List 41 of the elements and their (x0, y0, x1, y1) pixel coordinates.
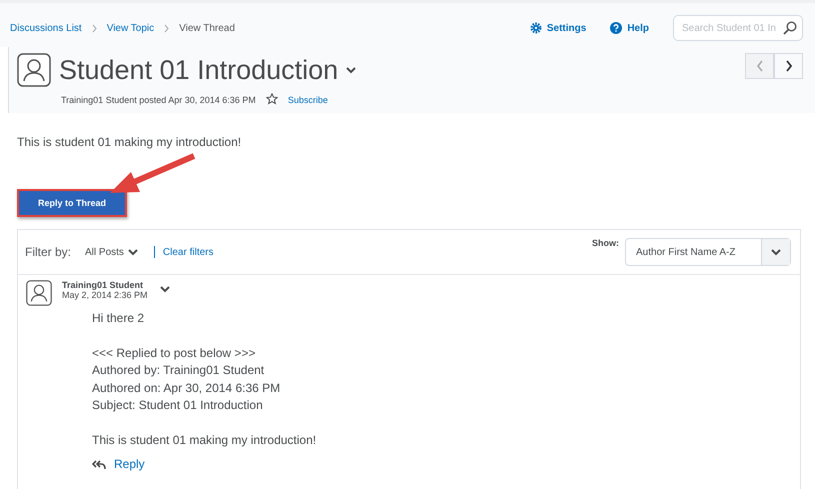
post-text: <<< Replied to post below >>> (92, 344, 256, 362)
filter-label: Filter by: (25, 245, 72, 259)
post-author: Training01 Student (62, 280, 144, 290)
chevron-right-icon (164, 24, 170, 32)
thread-title: Student 01 Introduction (59, 54, 338, 86)
chevron-down-icon (128, 248, 138, 256)
search-icon[interactable] (783, 21, 797, 35)
help-link[interactable]: Help (610, 22, 649, 34)
post-text: Hi there 2 (92, 310, 146, 327)
chevron-right-icon (92, 24, 97, 32)
chevron-down-icon (346, 66, 356, 74)
chevron-right-icon (784, 60, 792, 72)
avatar-icon (26, 280, 52, 306)
breadcrumb-item: View Thread (179, 22, 235, 34)
chevron-down-icon (771, 248, 781, 256)
post-text: Authored on: Apr 30, 2014 6:36 PM (92, 380, 282, 396)
chevron-left-icon (756, 60, 764, 72)
filter-dropdown[interactable]: All Posts (79, 246, 144, 258)
post-text: Authored by: Training01 Student (92, 362, 266, 379)
post-text: This is student 01 making my introduction! (92, 432, 316, 448)
chevron-down-icon (160, 285, 170, 293)
next-button[interactable] (774, 53, 803, 79)
clear-filters-link[interactable]: Clear filters (162, 246, 214, 258)
sort-dropdown[interactable]: Author First Name A-Z (625, 238, 791, 266)
breadcrumb-link[interactable]: Discussions List (10, 22, 82, 34)
search-field[interactable]: Search Student 01 In (673, 15, 803, 41)
reply-all-icon (92, 460, 106, 470)
reply-link[interactable]: Reply (92, 456, 316, 474)
settings-icon (530, 22, 542, 34)
breadcrumb-link[interactable]: View Topic (106, 22, 154, 34)
help-icon (610, 22, 622, 34)
post-date: May 2, 2014 2:36 PM (62, 290, 148, 300)
thread-body: This is student 01 making my introduction! (17, 135, 242, 149)
settings-link[interactable]: Settings (530, 22, 586, 34)
show-label: Show: (592, 238, 619, 248)
post-meta: Training01 Student posted Apr 30, 2014 6:36 PM (61, 95, 256, 105)
post-text: Subject: Student 01 Introduction (92, 397, 264, 414)
reply-to-thread-button[interactable]: Reply to Thread (17, 189, 128, 217)
avatar-icon (17, 53, 51, 87)
subscribe-link[interactable]: Subscribe (288, 95, 328, 105)
star-icon[interactable] (266, 93, 278, 107)
